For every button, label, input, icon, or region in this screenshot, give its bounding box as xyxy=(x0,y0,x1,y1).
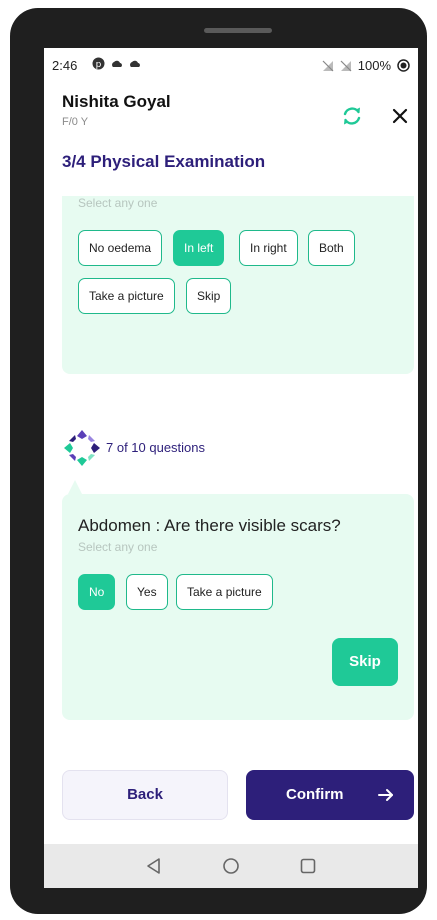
option-skip[interactable]: Skip xyxy=(186,278,232,314)
select-hint: Select any one xyxy=(78,540,158,554)
nav-back-icon[interactable] xyxy=(144,856,164,876)
patient-name: Nishita Goyal xyxy=(62,92,171,111)
nav-home-icon[interactable] xyxy=(221,856,241,876)
option-in-left[interactable]: In left xyxy=(173,230,225,266)
option-yes[interactable]: Yes xyxy=(126,574,168,610)
status-time: 2:46 xyxy=(52,58,78,73)
confirm-button[interactable]: Confirm xyxy=(246,770,414,820)
select-hint: Select any one xyxy=(78,196,158,210)
no-signal-icon xyxy=(322,60,334,71)
cloud-notification-icon-2 xyxy=(130,60,140,67)
option-no-oedema[interactable]: No oedema xyxy=(78,230,163,266)
nav-recents-icon[interactable] xyxy=(298,856,318,876)
previous-question-card: Select any one No oedema In left In righ… xyxy=(62,196,414,374)
confirm-label: Confirm xyxy=(286,786,344,803)
step-title: 3/4 Physical Examination xyxy=(62,152,266,171)
skip-button[interactable]: Skip xyxy=(332,638,398,686)
phone-frame: 2:46 p 100% Nishita Goyal F/0 Y 3/4 Phys… xyxy=(10,8,427,914)
cloud-notification-icon xyxy=(112,60,122,67)
svg-text:p: p xyxy=(96,60,102,70)
option-no[interactable]: No xyxy=(78,574,116,610)
close-button[interactable] xyxy=(388,104,412,128)
phone-speaker xyxy=(204,28,272,33)
status-notification-icons: p xyxy=(92,57,141,70)
current-question-card: Abdomen : Are there visible scars? Selec… xyxy=(62,494,414,720)
sync-button[interactable] xyxy=(340,104,364,128)
arrow-right-icon xyxy=(378,789,393,801)
option-in-right[interactable]: In right xyxy=(239,230,298,266)
battery-icon xyxy=(397,59,410,72)
status-bar: 2:46 p 100% xyxy=(44,48,418,82)
card-pointer xyxy=(68,480,82,494)
question-text: Abdomen : Are there visible scars? xyxy=(78,516,341,535)
question-progress: 7 of 10 questions xyxy=(62,428,362,468)
back-button[interactable]: Back xyxy=(62,770,228,820)
no-signal-icon-2 xyxy=(340,60,352,71)
status-system-icons: 100% xyxy=(322,58,410,73)
progress-text: 7 of 10 questions xyxy=(106,440,206,455)
option-take-a-picture[interactable]: Take a picture xyxy=(78,278,175,314)
sync-icon xyxy=(343,107,361,125)
app-logo-icon xyxy=(64,430,100,466)
pinterest-notification-icon: p xyxy=(92,57,105,70)
system-nav-bar xyxy=(44,844,418,888)
patient-gender-age: F/0 Y xyxy=(62,116,89,128)
option-take-a-picture[interactable]: Take a picture xyxy=(176,574,273,610)
option-both[interactable]: Both xyxy=(308,230,355,266)
battery-percent: 100% xyxy=(357,58,391,73)
close-icon xyxy=(392,108,408,124)
app-screen: 2:46 p 100% Nishita Goyal F/0 Y 3/4 Phys… xyxy=(44,48,418,888)
